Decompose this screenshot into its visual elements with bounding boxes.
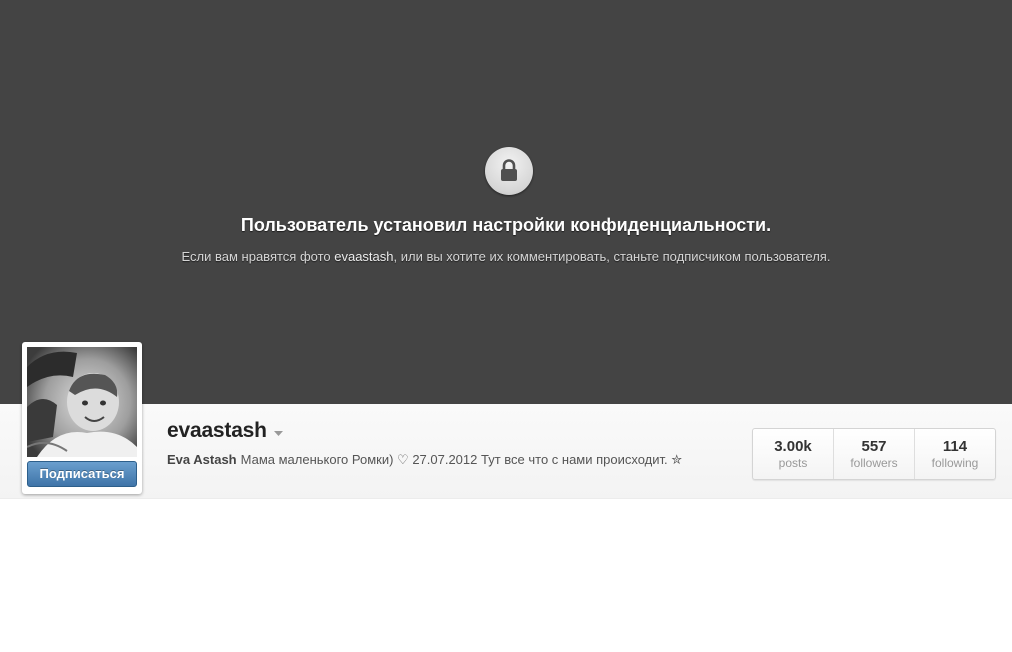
bio-text: Мама маленького Ромки) ♡ 27.07.2012 Тут … [240,452,683,467]
privacy-subtitle: Если вам нравятся фото evaastash, или вы… [0,249,1012,264]
username: evaastash [167,419,267,442]
stat-posts[interactable]: 3.00k posts [753,429,833,479]
stat-posts-label: posts [778,456,808,470]
avatar-card: Подписаться [22,342,142,494]
stat-posts-value: 3.00k [774,438,812,455]
stat-followers-value: 557 [861,438,887,455]
privacy-subtitle-end: , или вы хотите их комментировать, стань… [393,249,831,264]
stat-following-value: 114 [942,438,968,455]
privacy-subtitle-username: evaastash [334,249,394,264]
stats-box: 3.00k posts 557 followers 114 following [752,428,996,480]
privacy-title: Пользователь установил настройки конфиде… [240,215,772,235]
avatar [27,347,137,457]
stat-followers[interactable]: 557 followers [833,429,914,479]
full-name: Eva Astash [167,452,237,467]
privacy-subtitle-start: Если вам нравятся фото [181,249,335,264]
stat-following-label: following [931,456,979,470]
stat-followers-label: followers [850,456,898,470]
username-row: evaastash [167,418,283,444]
profile-bio: Eva Astash Мама маленького Ромки) ♡ 27.07… [167,452,682,468]
privacy-banner: Пользователь установил настройки конфиде… [0,0,1012,404]
follow-button[interactable]: Подписаться [27,461,137,487]
stat-following[interactable]: 114 following [914,429,995,479]
lock-icon [485,147,533,195]
chevron-down-icon[interactable] [273,424,283,442]
